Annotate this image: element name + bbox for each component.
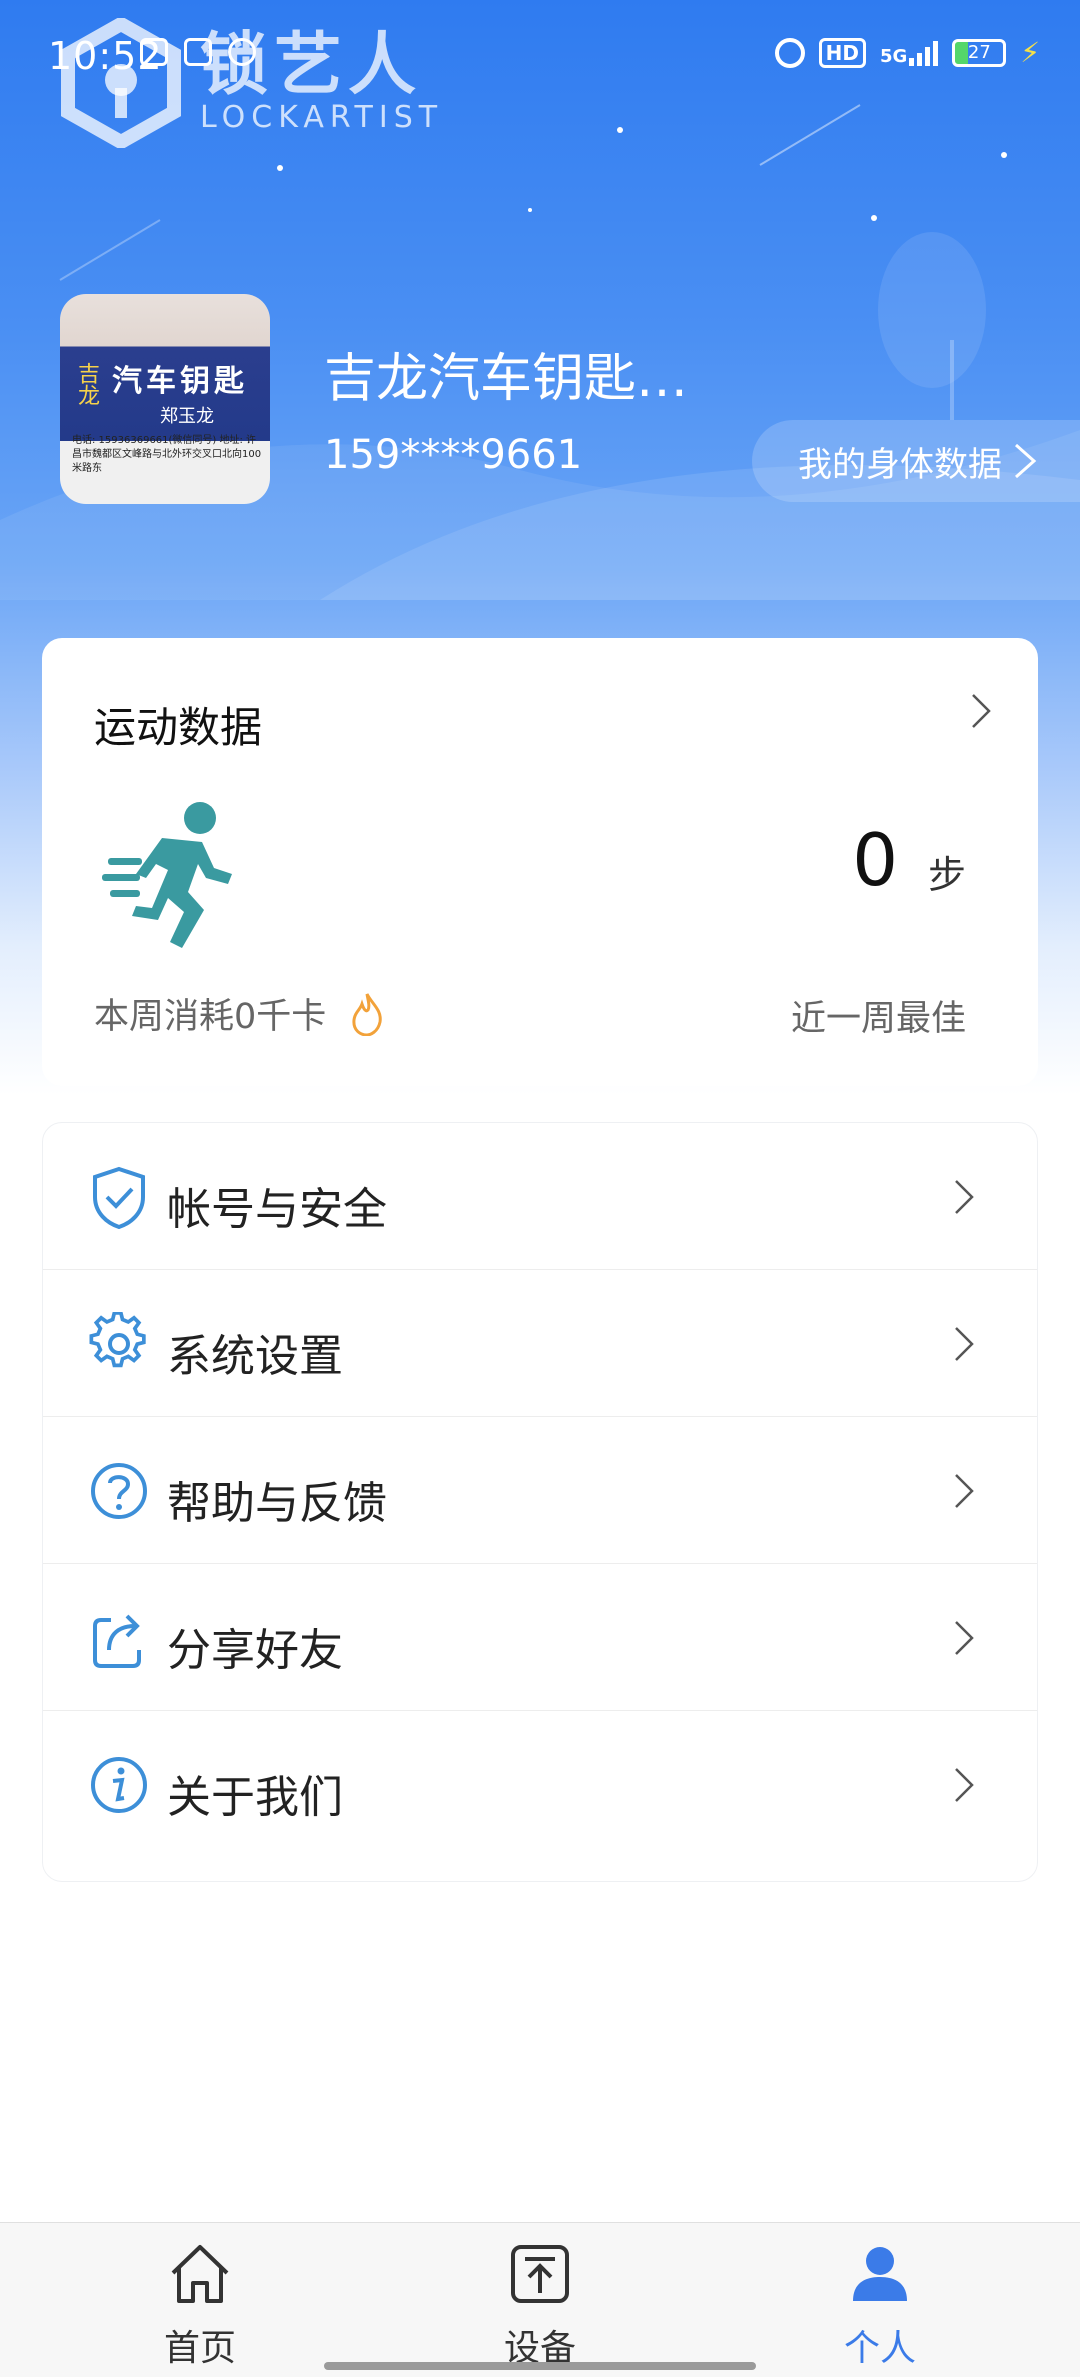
shield-check-icon [93, 1166, 145, 1229]
sports-data-card[interactable]: 运动数据 0 步 本周消耗0千卡 近一周最佳 [42, 638, 1038, 1086]
menu-item-system-settings[interactable]: 系统设置 [43, 1270, 1037, 1417]
steps-unit: 步 [927, 853, 966, 897]
menu-label: 关于我们 [167, 1772, 343, 1823]
message-icon [184, 38, 212, 66]
question-circle-icon [91, 1463, 147, 1519]
notification-icon [140, 38, 168, 66]
network-type: 5G [880, 45, 908, 67]
avatar[interactable]: 吉龙 汽车钥匙 郑玉龙 电话: 15936369661(微信同号) 地址: 许昌… [60, 294, 270, 504]
gear-icon [89, 1312, 146, 1368]
battery-icon: 27 [952, 38, 1007, 67]
sports-card-title: 运动数据 [94, 703, 263, 752]
home-icon [171, 2245, 229, 2303]
share-icon [93, 1614, 141, 1668]
avatar-subtitle-text: 郑玉龙 [160, 406, 214, 427]
chevron-right-icon [972, 694, 991, 728]
week-calories-text: 本周消耗0千卡 [94, 997, 327, 1037]
runner-icon [102, 802, 232, 948]
flame-icon [352, 992, 382, 1036]
menu-label: 系统设置 [167, 1331, 343, 1382]
avatar-side-text: 吉龙 [74, 362, 99, 406]
week-best-label: 近一周最佳 [790, 999, 966, 1039]
menu-label: 分享好友 [167, 1625, 343, 1676]
chevron-right-icon [1015, 443, 1037, 479]
charging-icon: ⚡ [1020, 36, 1040, 69]
tab-personal[interactable]: 个人 [780, 2239, 980, 2371]
week-calories: 本周消耗0千卡 [94, 988, 384, 1039]
menu-item-account-security[interactable]: 帐号与安全 [43, 1123, 1037, 1270]
gesture-home-bar[interactable] [324, 2362, 756, 2370]
menu-item-share-friends[interactable]: 分享好友 [43, 1564, 1037, 1711]
tab-label: 个人 [843, 2328, 916, 2369]
chevron-right-icon [955, 1180, 974, 1214]
tab-home[interactable]: 首页 [100, 2239, 300, 2371]
user-name: 吉龙汽车钥匙… [324, 349, 689, 409]
chevron-right-icon [955, 1327, 974, 1361]
steps-value: 0 [852, 818, 898, 902]
menu-label: 帐号与安全 [167, 1184, 387, 1235]
status-bar: 10:52 HD 5G 27 ⚡ [0, 0, 1080, 120]
menu-item-about-us[interactable]: 关于我们 [43, 1711, 1037, 1858]
chevron-right-icon [955, 1768, 974, 1802]
menu-label: 帮助与反馈 [167, 1478, 387, 1529]
clock-icon [228, 38, 256, 66]
device-upload-icon [511, 2245, 569, 2303]
tab-label: 首页 [163, 2328, 236, 2369]
bottom-tab-bar: 首页 设备 个人 [0, 2222, 1080, 2377]
chevron-right-icon [955, 1621, 974, 1655]
signal-icon [909, 40, 939, 66]
settings-menu: 帐号与安全 系统设置 帮助与反馈 分享好友 关于我们 [42, 1122, 1038, 1882]
hd-icon: HD [818, 37, 867, 68]
person-icon [853, 2247, 907, 2301]
body-data-label: 我的身体数据 [798, 444, 1002, 485]
info-icon [91, 1757, 147, 1813]
menu-item-help-feedback[interactable]: 帮助与反馈 [43, 1417, 1037, 1564]
avatar-title-text: 汽车钥匙 [112, 364, 248, 399]
alarm-icon [774, 37, 805, 68]
body-data-button[interactable]: 我的身体数据 [752, 420, 1080, 502]
user-phone: 159****9661 [324, 432, 583, 478]
tab-device[interactable]: 设备 [440, 2239, 640, 2371]
avatar-small-text: 电话: 15936369661(微信同号) 地址: 许昌市魏都区文峰路与北外环交… [72, 435, 262, 474]
chevron-right-icon [955, 1474, 974, 1508]
notification-icons [140, 38, 256, 66]
battery-level: 27 [967, 41, 991, 63]
